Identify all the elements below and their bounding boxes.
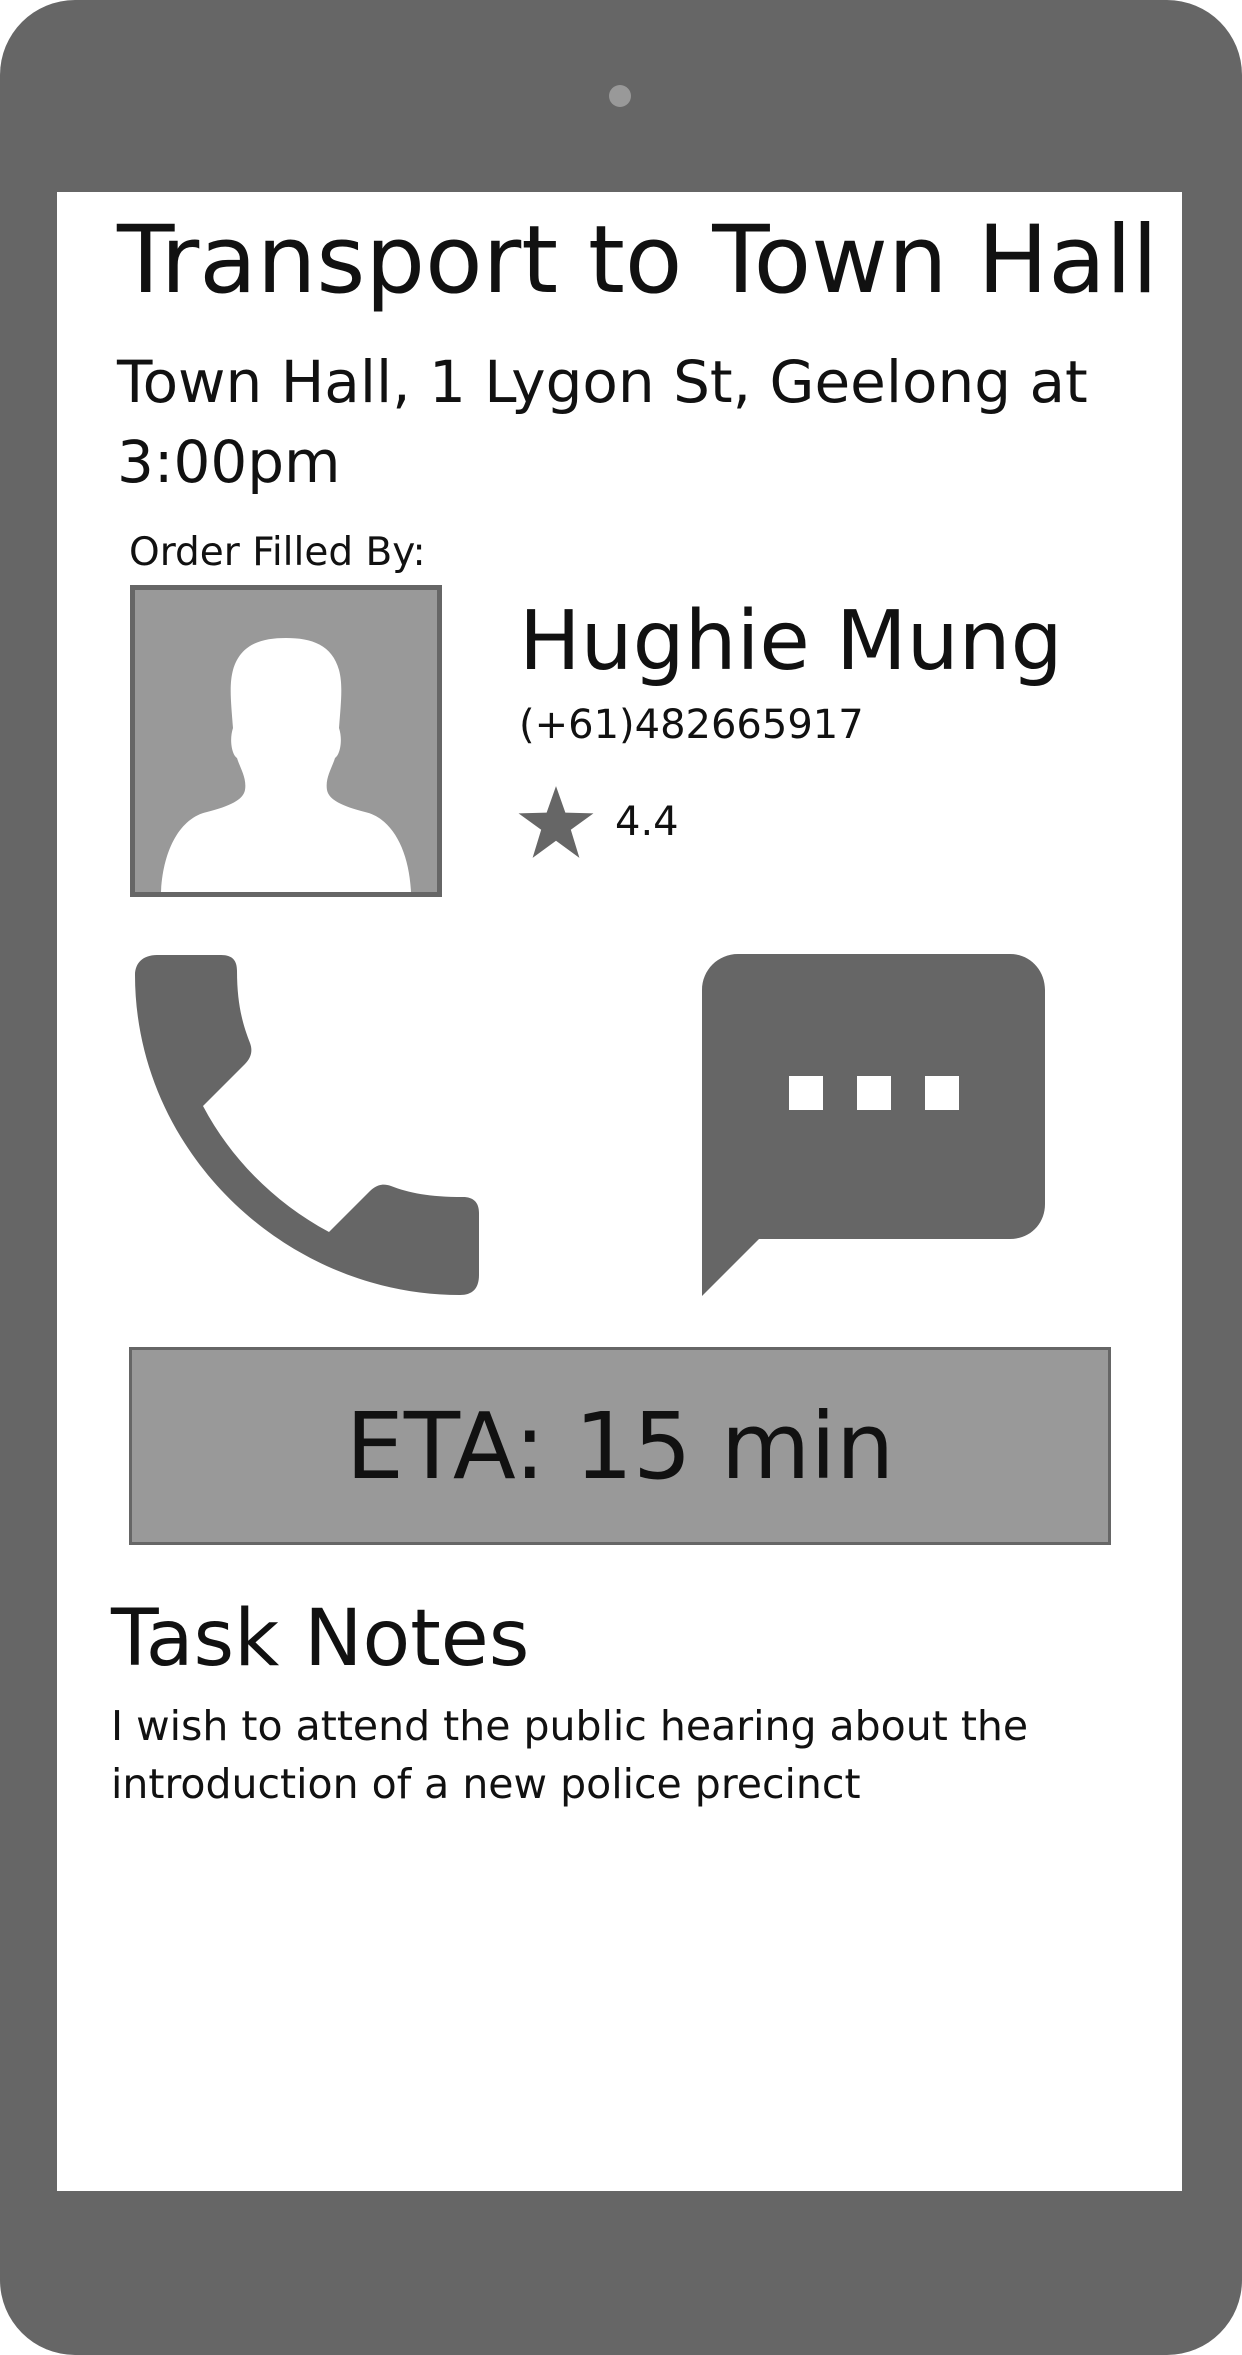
task-notes-heading: Task Notes xyxy=(111,1594,530,1684)
chat-dot xyxy=(857,1076,891,1110)
avatar xyxy=(130,585,442,897)
driver-phone-number: (+61)482665917 xyxy=(519,702,864,748)
eta-banner: ETA: 15 min xyxy=(129,1347,1111,1545)
person-silhouette-icon xyxy=(161,638,411,892)
star-icon xyxy=(518,786,594,858)
front-camera xyxy=(609,85,631,107)
chat-dot xyxy=(925,1076,959,1110)
task-location-time: Town Hall, 1 Lygon St, Geelong at 3:00pm xyxy=(117,348,1088,496)
phone-icon xyxy=(135,955,479,1295)
screen: Transport to Town Hall Town Hall, 1 Lygo… xyxy=(57,192,1182,2191)
message-button[interactable] xyxy=(702,954,1047,1299)
driver-rating: 4.4 xyxy=(517,782,679,862)
call-button[interactable] xyxy=(135,955,480,1300)
chat-dot xyxy=(789,1076,823,1110)
order-filled-by-label: Order Filled By: xyxy=(129,530,426,575)
eta-label: ETA: 15 min xyxy=(345,1392,895,1500)
driver-name: Hughie Mung xyxy=(519,594,1063,689)
page-title: Transport to Town Hall xyxy=(117,206,1159,315)
phone-device-frame: Transport to Town Hall Town Hall, 1 Lygo… xyxy=(0,0,1242,2355)
task-notes-body: I wish to attend the public hearing abou… xyxy=(111,1702,1029,1808)
chat-bubble-icon xyxy=(702,954,1045,1296)
rating-value: 4.4 xyxy=(615,799,679,845)
